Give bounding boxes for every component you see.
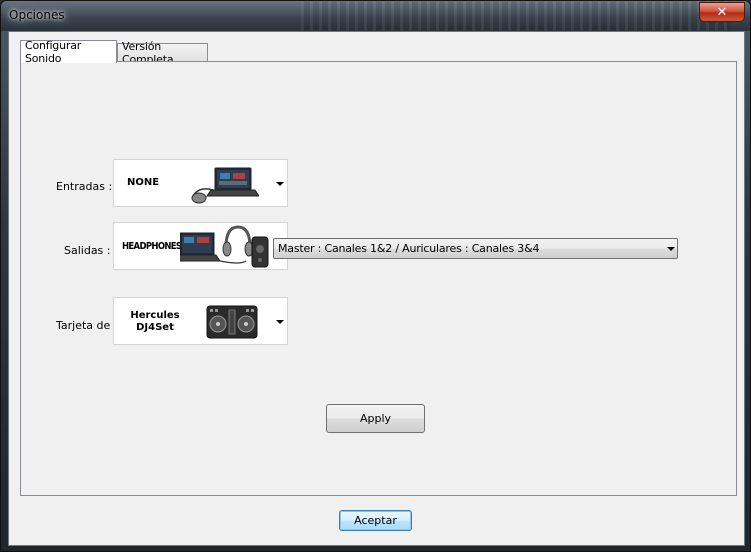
tab-version-completa[interactable]: Versión Completa: [117, 40, 208, 66]
close-button[interactable]: ✕: [699, 2, 745, 22]
chevron-down-icon: [667, 247, 675, 251]
options-window: Opciones ✕ Configurar Sonido Versión Com…: [0, 0, 751, 552]
outputs-label: Salidas :: [64, 244, 111, 257]
card-device-dropdown[interactable]: Hercules DJ4Set: [113, 297, 288, 345]
tab-configurar-sonido[interactable]: Configurar Sonido: [20, 39, 117, 65]
tab-panel-configurar-sonido: Entradas : NONE Salidas: HEADPHONES Mas…: [20, 61, 737, 496]
card-label: Tarjeta de: [56, 319, 111, 332]
chevron-down-icon: [276, 182, 284, 186]
outputs-device-name: HEADPHONES: [122, 241, 182, 252]
card-device-name-line2: DJ4Set: [136, 322, 174, 333]
tab-label: Configurar Sonido: [25, 39, 82, 65]
title-bar-background-art: [301, 1, 731, 31]
outputs-device-dropdown[interactable]: HEADPHONES: [113, 222, 288, 270]
inputs-label: Entradas :: [56, 180, 113, 193]
card-device-name: Hercules DJ4Set: [126, 310, 184, 334]
apply-button[interactable]: Apply: [326, 404, 425, 433]
title-bar[interactable]: Opciones ✕: [1, 1, 750, 31]
card-device-name-line1: Hercules: [130, 310, 180, 321]
inputs-device-name: NONE: [127, 177, 160, 188]
close-icon: ✕: [716, 4, 728, 20]
laptop-with-mouse-icon: [189, 164, 259, 206]
apply-button-label: Apply: [359, 412, 392, 425]
accept-button-label: Aceptar: [354, 514, 397, 527]
laptop-headphones-speaker-icon: [180, 225, 274, 269]
client-area: Configurar Sonido Versión Completa Entra…: [8, 31, 745, 546]
accept-button[interactable]: Aceptar: [339, 510, 412, 531]
output-routing-combobox[interactable]: Master : Canales 1&2 / Auriculares : Can…: [273, 238, 678, 259]
dj-controller-icon: [206, 302, 258, 340]
inputs-device-dropdown[interactable]: NONE: [113, 159, 288, 207]
output-routing-value: Master : Canales 1&2 / Auriculares : Can…: [278, 242, 540, 255]
window-title: Opciones: [9, 8, 65, 22]
chevron-down-icon: [276, 320, 284, 324]
